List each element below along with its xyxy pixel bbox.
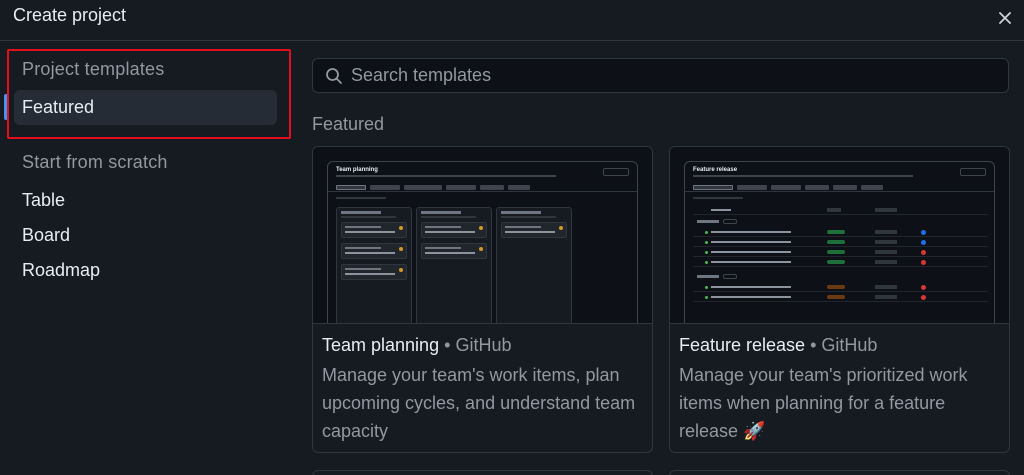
section-title: Featured bbox=[312, 114, 385, 134]
template-main: Search templates Featured Team planning bbox=[296, 42, 1024, 475]
template-description: Manage your team's prioritized work item… bbox=[679, 365, 968, 441]
template-preview: Team planning bbox=[313, 147, 652, 324]
sidebar-item-featured[interactable]: Featured bbox=[14, 90, 277, 125]
start-from-scratch-heading: Start from scratch bbox=[22, 152, 168, 172]
template-sidebar: Project templates Featured Start from sc… bbox=[0, 42, 295, 475]
dialog-header: Create project bbox=[0, 0, 1024, 41]
sidebar-item-label: Roadmap bbox=[22, 260, 101, 280]
template-card-team-planning[interactable]: Team planning Team planning • GitHub Man… bbox=[312, 146, 653, 453]
close-button[interactable] bbox=[994, 7, 1016, 29]
sidebar-item-label: Board bbox=[22, 225, 71, 245]
close-icon bbox=[999, 12, 1011, 24]
template-card-feature-release[interactable]: Feature release Feature release • GitHub… bbox=[669, 146, 1010, 453]
separator: • bbox=[810, 335, 817, 355]
template-name: Feature release bbox=[679, 335, 806, 355]
template-card-partial[interactable] bbox=[312, 470, 653, 475]
sidebar-item-label: Featured bbox=[22, 97, 95, 117]
sidebar-item-roadmap[interactable]: Roadmap bbox=[14, 253, 277, 288]
search-placeholder: Search templates bbox=[351, 65, 492, 85]
search-input[interactable]: Search templates bbox=[312, 58, 1009, 93]
board-preview-image: Team planning bbox=[327, 161, 638, 323]
dialog-title: Create project bbox=[13, 5, 127, 25]
template-description: Manage your team's work items, plan upco… bbox=[322, 365, 636, 441]
sidebar-item-board[interactable]: Board bbox=[14, 218, 277, 253]
preview-title: Feature release bbox=[693, 167, 738, 173]
project-templates-heading: Project templates bbox=[22, 59, 165, 79]
template-name: Team planning bbox=[322, 335, 440, 355]
template-card-meta: Team planning • GitHub bbox=[322, 335, 511, 356]
separator: • bbox=[444, 335, 451, 355]
preview-title: Team planning bbox=[336, 167, 378, 173]
sidebar-item-table[interactable]: Table bbox=[14, 183, 277, 218]
template-preview: Feature release bbox=[670, 147, 1009, 324]
template-card-partial[interactable] bbox=[669, 470, 1010, 475]
search-icon bbox=[325, 67, 343, 85]
table-preview-image: Feature release bbox=[684, 161, 995, 323]
template-author: GitHub bbox=[821, 335, 878, 355]
active-indicator bbox=[4, 94, 8, 120]
sidebar-item-label: Table bbox=[22, 190, 66, 210]
template-card-meta: Feature release • GitHub bbox=[679, 335, 877, 356]
template-author: GitHub bbox=[455, 335, 512, 355]
